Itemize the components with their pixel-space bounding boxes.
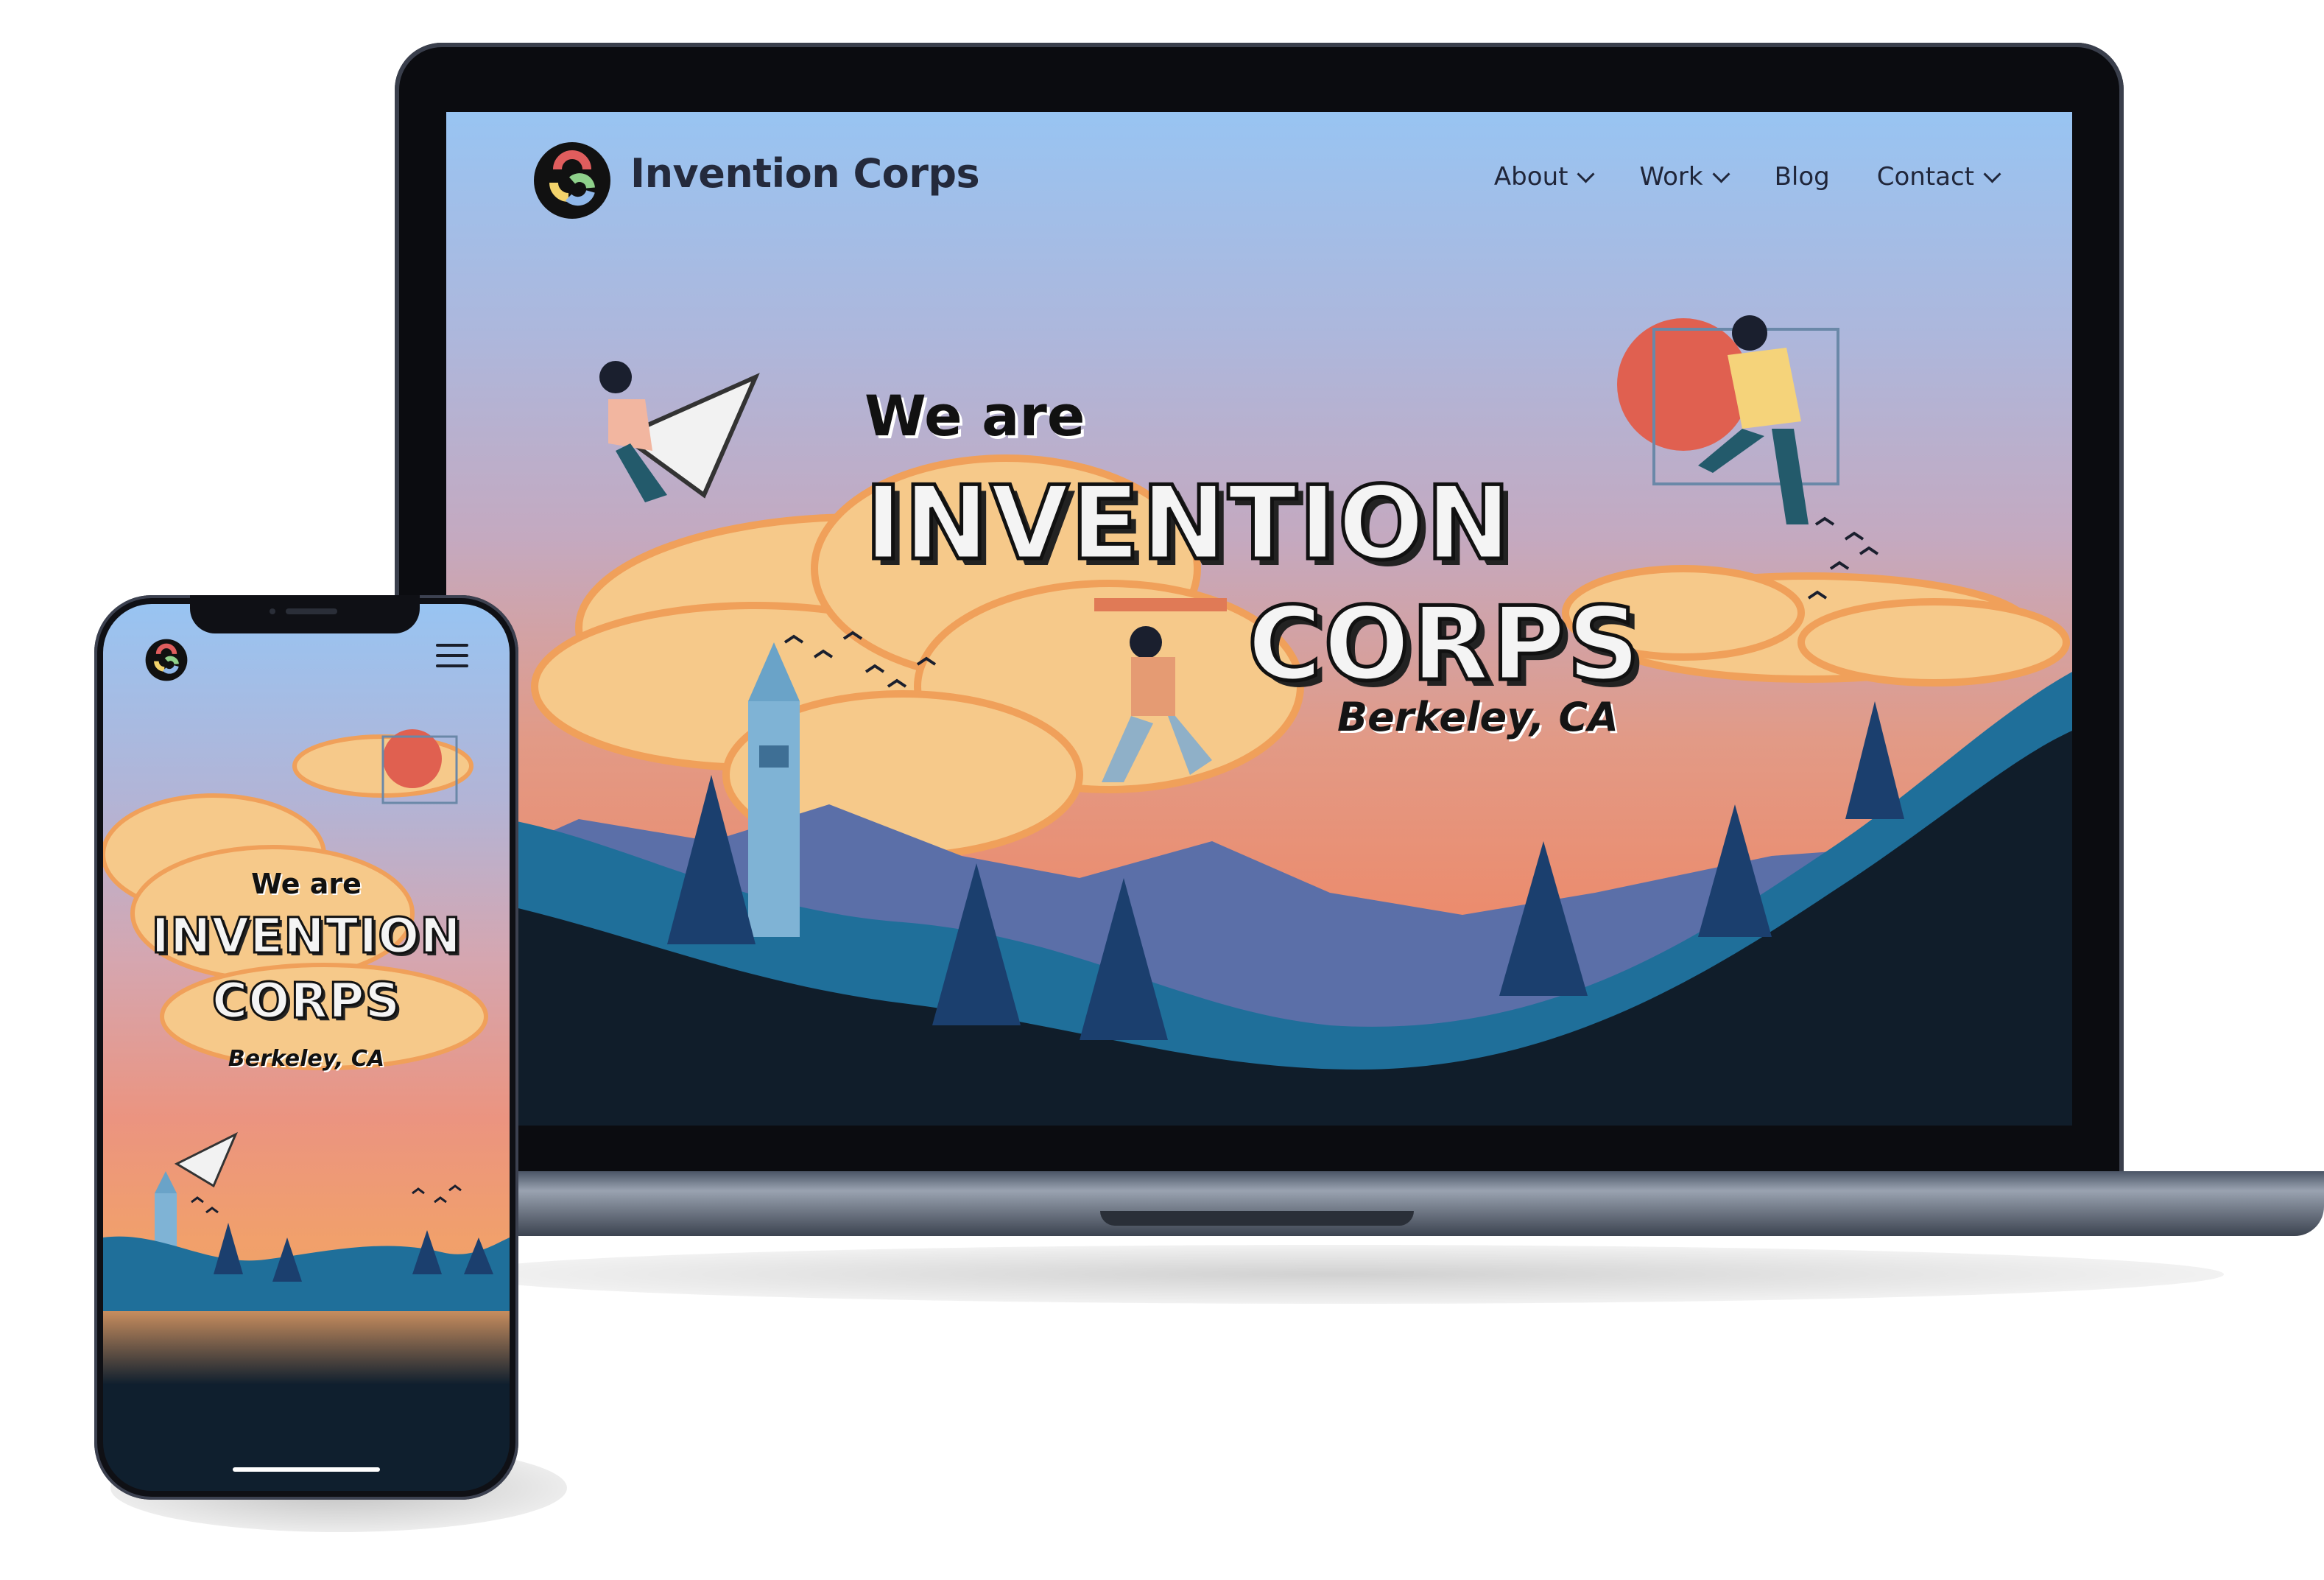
phone-hero-title-line2: CORPS xyxy=(211,972,401,1030)
phone-hero-we-are: We are xyxy=(251,868,362,900)
chevron-down-icon xyxy=(1983,164,2001,183)
phone-screen: We are INVENTION CORPS Berkeley, CA xyxy=(103,604,510,1491)
nav-item-label: Blog xyxy=(1774,162,1830,192)
hero-we-are: We are xyxy=(865,383,1085,449)
logo-icon[interactable] xyxy=(532,140,613,221)
nav-item-blog[interactable]: Blog xyxy=(1775,162,1830,192)
phone-speaker xyxy=(286,608,337,614)
brand-name[interactable]: Invention Corps xyxy=(630,150,980,197)
hero-title-line1: INVENTION xyxy=(863,463,1513,585)
rocket-rider-figure xyxy=(599,361,760,502)
laptop-hinge-notch xyxy=(1100,1211,1414,1226)
hero-location: Berkeley, CA xyxy=(1337,694,1619,740)
campanile-tower xyxy=(748,642,800,937)
phone-hero-location: Berkeley, CA xyxy=(228,1046,385,1072)
nav-item-label: Work xyxy=(1639,162,1703,192)
nav-item-work[interactable]: Work xyxy=(1639,162,1730,192)
hero-title-line2: CORPS xyxy=(1245,583,1642,706)
nav-item-contact[interactable]: Contact xyxy=(1876,162,2001,192)
nav-item-label: About xyxy=(1493,162,1568,192)
laptop-base xyxy=(395,1171,2324,1236)
nav-item-about[interactable]: About xyxy=(1493,162,1595,192)
chevron-down-icon xyxy=(1577,164,1595,183)
hamburger-menu-icon[interactable] xyxy=(436,644,468,669)
logo-icon[interactable] xyxy=(144,638,189,682)
home-indicator[interactable] xyxy=(233,1467,380,1472)
chevron-down-icon xyxy=(1712,164,1730,183)
laptop-screen: Invention Corps About Work Blog Contact … xyxy=(446,112,2072,1126)
phone-notch xyxy=(190,595,420,633)
phone-hero-title-line1: INVENTION xyxy=(150,907,462,966)
sun-circle xyxy=(1617,318,1750,451)
laptop-shadow xyxy=(457,1245,2224,1304)
phone-camera xyxy=(270,608,275,614)
main-nav: About Work Blog Contact xyxy=(1493,162,2001,192)
nav-item-label: Contact xyxy=(1876,162,1974,192)
